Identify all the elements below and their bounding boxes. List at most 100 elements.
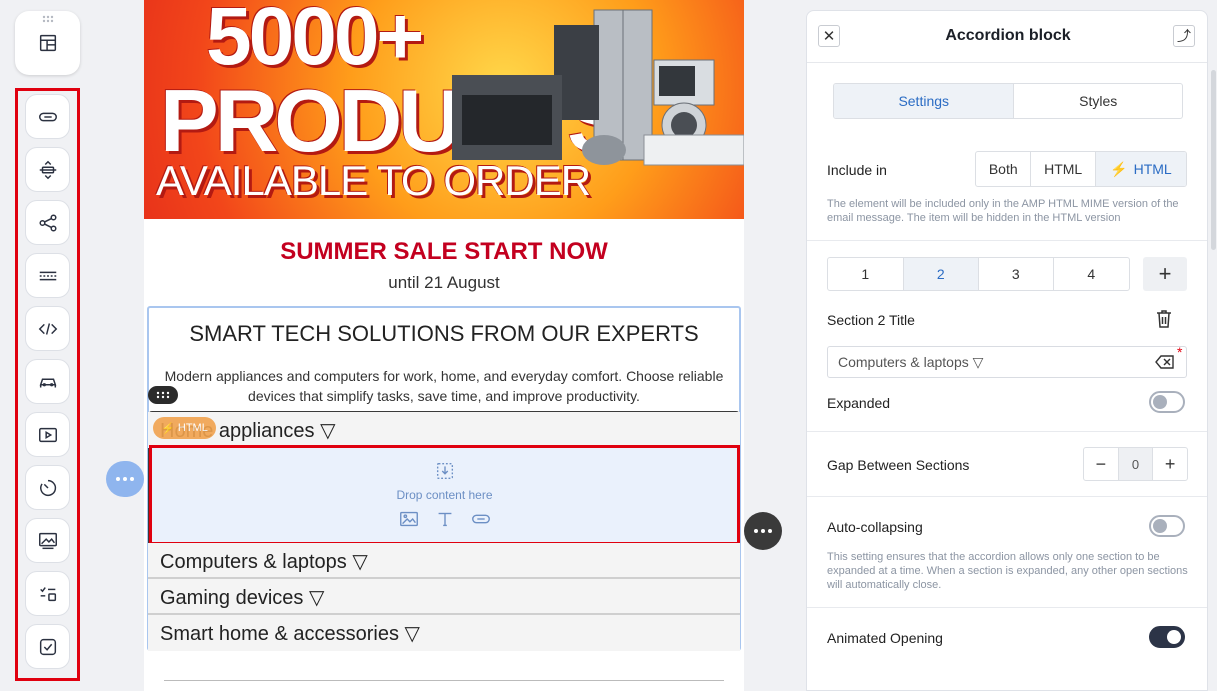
settings-panel: ✕ Accordion block ⤴ Settings Styles Incl…	[806, 10, 1208, 691]
layout-icon	[39, 34, 56, 52]
accordion-section-3[interactable]: Gaming devices ▽	[148, 579, 740, 615]
trash-icon[interactable]	[1155, 309, 1173, 329]
block-description: Modern appliances and computers for work…	[164, 368, 724, 404]
auto-collapsing-toggle[interactable]	[1149, 515, 1185, 537]
block-actions-button[interactable]	[106, 461, 144, 497]
timer-block-button[interactable]	[25, 465, 70, 510]
accordion-section-1[interactable]: Home appliances ▽	[148, 412, 740, 448]
drop-zone[interactable]: Drop content here	[149, 445, 740, 545]
auto-collapsing-hint: This setting ensures that the accordion …	[827, 551, 1188, 591]
text-icon[interactable]	[434, 508, 456, 530]
expanded-toggle[interactable]	[1149, 391, 1185, 413]
section-title-label: Section 2 Title	[827, 312, 915, 328]
accordion-section-4[interactable]: Smart home & accessories ▽	[148, 615, 740, 651]
separator	[807, 431, 1207, 432]
drag-handle[interactable]	[148, 386, 178, 404]
checkbox-block-button[interactable]	[25, 624, 70, 669]
section-title-input[interactable]: Computers & laptops ▽	[827, 346, 1187, 378]
html-badge: ⚡ HTML	[153, 417, 216, 439]
add-section-button[interactable]: +	[1143, 257, 1187, 291]
section-selector: 1 2 3 4	[827, 257, 1130, 291]
form-icon	[39, 586, 56, 601]
section-4-title: Smart home & accessories ▽	[160, 623, 420, 645]
social-block-button[interactable]	[25, 200, 70, 245]
gap-value[interactable]: 0	[1117, 448, 1154, 480]
gap-decrease-button[interactable]: −	[1084, 448, 1118, 480]
video-block-button[interactable]	[25, 412, 70, 457]
accordion-section-2[interactable]: Computers & laptops ▽	[148, 543, 740, 579]
promo-banner[interactable]: 5000+ PRODUCTS AVAILABLE TO ORDER	[144, 0, 744, 219]
email-canvas: 5000+ PRODUCTS AVAILABLE TO ORDER SUMMER…	[144, 0, 744, 691]
separator	[807, 496, 1207, 497]
drag-grip-icon	[156, 391, 170, 399]
select-parent-icon[interactable]: ⤴	[1173, 25, 1195, 47]
video-icon	[38, 427, 57, 442]
include-in-hint: The element will be included only in the…	[827, 198, 1179, 224]
separator	[807, 607, 1207, 608]
expanded-label: Expanded	[827, 395, 891, 411]
gap-increase-button[interactable]: +	[1153, 448, 1187, 480]
spacer-block-button[interactable]	[25, 147, 70, 192]
include-amp-label: HTML	[1133, 161, 1172, 177]
bolt-icon: ⚡	[1110, 160, 1128, 177]
include-amp-option[interactable]: ⚡ HTML	[1095, 152, 1186, 186]
bolt-icon: ⚡	[161, 422, 175, 435]
form-block-button[interactable]	[25, 571, 70, 616]
timer-icon	[39, 479, 56, 496]
drag-handle-icon	[42, 15, 54, 23]
banner-icon	[38, 532, 57, 549]
blocks-toolbar	[15, 88, 80, 681]
banner-block-button[interactable]	[25, 518, 70, 563]
gap-label: Gap Between Sections	[827, 457, 970, 473]
animated-opening-toggle[interactable]	[1149, 626, 1185, 648]
section-tab-2[interactable]: 2	[903, 258, 979, 290]
tab-settings[interactable]: Settings	[834, 84, 1015, 118]
menu-block-button[interactable]	[25, 359, 70, 404]
button-icon	[38, 112, 57, 121]
animated-opening-label: Animated Opening	[827, 630, 943, 646]
panel-title: Accordion block	[945, 27, 1071, 44]
image-icon[interactable]	[398, 508, 420, 530]
social-icon	[38, 213, 57, 232]
panel-header: ✕ Accordion block ⤴	[807, 11, 1207, 63]
separator	[807, 240, 1207, 241]
sale-subtitle: until 21 August	[388, 273, 500, 292]
container-actions-button[interactable]	[744, 512, 782, 550]
include-in-selector: Both HTML ⚡ HTML	[975, 151, 1187, 187]
tab-styles[interactable]: Styles	[1014, 84, 1182, 118]
section-tab-3[interactable]: 3	[979, 258, 1054, 290]
button-icon[interactable]	[470, 508, 492, 530]
section-2-title: Computers & laptops ▽	[160, 551, 368, 573]
panel-tabs: Settings Styles	[833, 83, 1183, 119]
section-title-value: Computers & laptops ▽	[838, 354, 984, 370]
html-badge-label: HTML	[177, 422, 208, 434]
more-icon	[116, 477, 134, 481]
html-code-icon	[38, 322, 57, 335]
gap-stepper: − 0 +	[1083, 447, 1188, 481]
more-icon	[754, 529, 772, 533]
include-html-option[interactable]: HTML	[1031, 152, 1096, 186]
required-marker: *	[1177, 344, 1183, 360]
divider-icon	[39, 271, 56, 280]
drop-download-icon	[436, 462, 453, 480]
section-tab-4[interactable]: 4	[1054, 258, 1130, 290]
block-title: SMART TECH SOLUTIONS FROM OUR EXPERTS	[189, 321, 699, 346]
drop-text: Drop content here	[396, 488, 493, 502]
panel-scrollbar[interactable]	[1211, 70, 1216, 250]
divider-block-button[interactable]	[25, 253, 70, 298]
button-block-button[interactable]	[25, 94, 70, 139]
auto-collapsing-label: Auto-collapsing	[827, 519, 923, 535]
spacer-icon	[39, 160, 56, 179]
html-block-button[interactable]	[25, 306, 70, 351]
sale-title: SUMMER SALE START NOW	[280, 238, 608, 265]
include-both-option[interactable]: Both	[976, 152, 1032, 186]
section-3-title: Gaming devices ▽	[160, 587, 325, 609]
appliances-image	[452, 9, 744, 166]
divider	[164, 680, 724, 681]
clear-input-icon[interactable]	[1155, 354, 1175, 370]
include-in-label: Include in	[827, 162, 887, 178]
section-tab-1[interactable]: 1	[828, 258, 904, 290]
structures-tool[interactable]	[15, 11, 80, 75]
menu-icon	[39, 378, 56, 387]
checkbox-icon	[39, 638, 56, 655]
